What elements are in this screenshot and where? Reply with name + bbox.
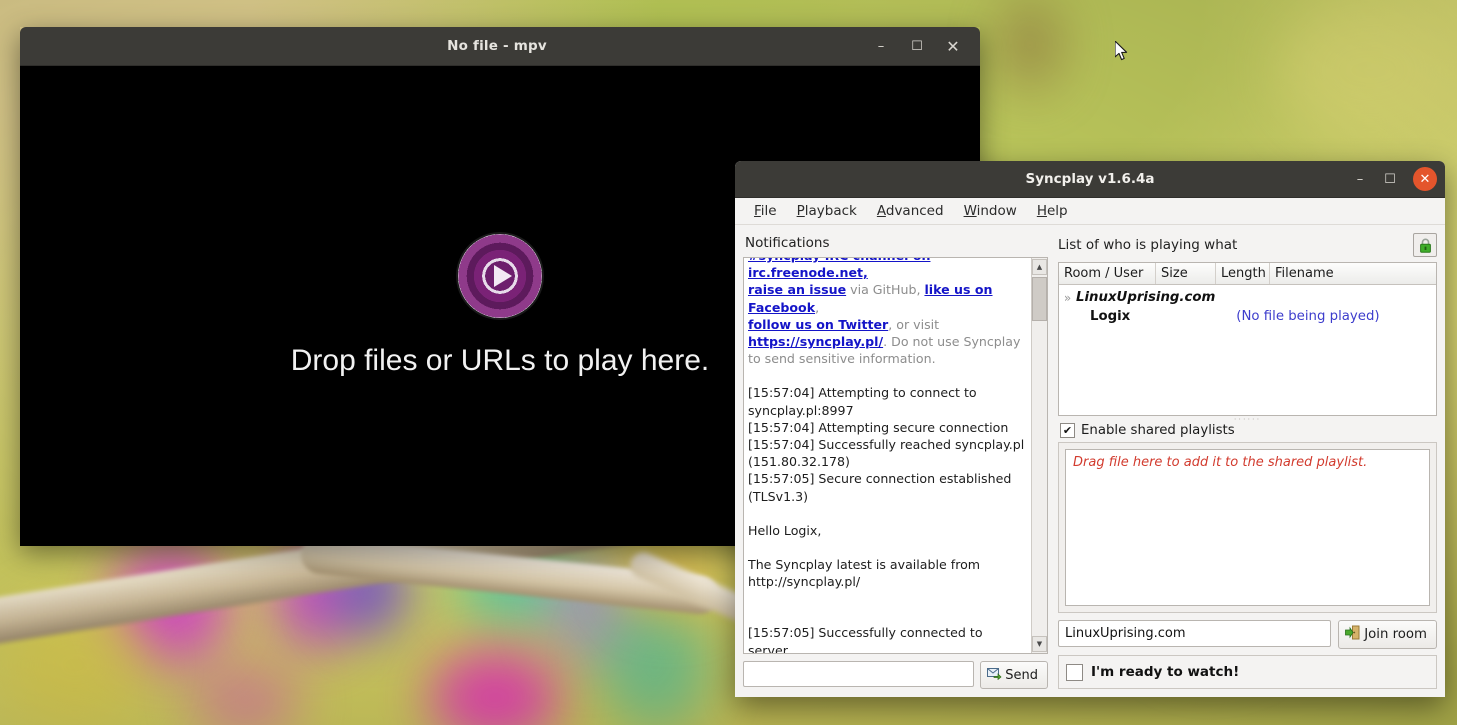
mpv-close-button[interactable]: ✕ (936, 31, 970, 61)
notif-spacer (748, 505, 1025, 522)
notif-log-line: [15:57:05] Secure connection established… (748, 471, 1012, 504)
mouse-cursor (1115, 41, 1128, 61)
syncplay-body: Notifications #syncplay IRC channel on i… (735, 225, 1445, 697)
menu-mnemonic: W (963, 203, 977, 219)
syncplay-menubar[interactable]: File Playback Advanced Window Help (735, 198, 1445, 225)
comma-text: , (815, 299, 820, 315)
notif-spacer (748, 607, 1025, 624)
mpv-minimize-button[interactable]: – (864, 31, 898, 61)
room-row: Join room (1058, 620, 1437, 649)
playlist-drag-hint: Drag file here to add it to the shared p… (1073, 455, 1368, 470)
room-name-label: LinuxUprising.com (1076, 290, 1216, 305)
triangle-up-icon[interactable]: ▲ (1032, 259, 1047, 275)
notif-greeting: Hello Logix, (748, 522, 822, 538)
send-button[interactable]: Send (980, 661, 1048, 689)
column-header-room-user[interactable]: Room / User (1059, 263, 1156, 284)
shared-playlist-dropzone[interactable]: Drag file here to add it to the shared p… (1065, 449, 1430, 606)
chat-input[interactable] (743, 661, 975, 687)
mpv-drop-hint-text: Drop files or URLs to play here. (290, 344, 710, 377)
user-list-rows: » LinuxUprising.com Logix (No file being… (1059, 285, 1436, 415)
menu-mnemonic: A (876, 203, 886, 219)
notif-log-line: [15:57:04] Attempting to connect to sync… (748, 385, 977, 418)
column-header-filename[interactable]: Filename (1270, 263, 1436, 284)
syncplay-titlebar[interactable]: Syncplay v1.6.4a – ☐ ✕ (735, 161, 1445, 198)
menu-item-playback[interactable]: Playback (788, 200, 866, 222)
notifications-label: Notifications (745, 235, 830, 251)
irc-channel-link[interactable]: #syncplay IRC channel on irc.freenode.ne… (748, 258, 930, 280)
user-list-title: List of who is playing what (1058, 237, 1238, 253)
envelope-send-icon (987, 667, 1002, 684)
scrollbar-thumb[interactable] (1032, 277, 1047, 321)
menu-mnemonic: P (796, 203, 805, 219)
menu-label: layback (804, 203, 857, 219)
syncplay-url-link[interactable]: https://syncplay.pl/ (748, 334, 883, 349)
enable-shared-playlists-row[interactable]: ✔ Enable shared playlists (1060, 423, 1437, 438)
notif-links-line-2: follow us on Twitter, or visit https://s… (748, 316, 1025, 368)
notif-log-line: [15:57:04] Attempting secure connection (748, 419, 1009, 435)
column-header-length[interactable]: Length (1216, 263, 1270, 284)
raise-issue-link[interactable]: raise an issue (748, 282, 846, 297)
green-padlock-icon[interactable] (1413, 233, 1437, 257)
play-triangle-icon (494, 265, 512, 287)
mpv-maximize-button[interactable]: ☐ (900, 31, 934, 61)
user-name-label: Logix (1090, 309, 1131, 324)
notif-spacer (748, 539, 1025, 556)
notif-links-line-1: raise an issue via GitHub, like us on Fa… (748, 281, 1025, 315)
menu-item-file[interactable]: File (745, 200, 786, 222)
notif-log-line: [15:57:04] Successfully reached syncplay… (748, 437, 1025, 470)
or-visit-text: , or visit (888, 316, 940, 332)
menu-label: ile (760, 203, 777, 219)
menu-item-advanced[interactable]: Advanced (868, 200, 953, 222)
mpv-titlebar[interactable]: No file - mpv – ☐ ✕ (20, 27, 980, 66)
column-header-size[interactable]: Size (1156, 263, 1216, 284)
notif-final-log: [15:57:05] Successfully connected to ser… (748, 625, 983, 653)
ready-to-watch-row[interactable]: I'm ready to watch! (1058, 655, 1437, 689)
user-file-status: (No file being played) (1236, 309, 1380, 324)
send-button-label: Send (1005, 667, 1038, 683)
room-input[interactable] (1058, 620, 1332, 647)
user-list-header-row: List of who is playing what (1058, 233, 1437, 257)
notif-spacer (748, 590, 1025, 607)
enable-shared-playlists-checkbox[interactable]: ✔ (1060, 423, 1075, 438)
table-row[interactable]: Logix (No file being played) (1059, 307, 1436, 326)
syncplay-window[interactable]: Syncplay v1.6.4a – ☐ ✕ File Playback Adv… (735, 161, 1445, 697)
syncplay-close-button[interactable]: ✕ (1413, 167, 1437, 191)
shared-playlist-container: Drag file here to add it to the shared p… (1058, 442, 1437, 613)
table-row[interactable]: » LinuxUprising.com (1059, 288, 1436, 307)
notifications-pane: Notifications #syncplay IRC channel on i… (735, 225, 1052, 697)
mpv-play-logo-icon (458, 234, 542, 318)
menu-label: dvanced (885, 203, 944, 219)
door-enter-icon (1345, 625, 1360, 644)
menu-label: indow (976, 203, 1017, 219)
enable-shared-playlists-label: Enable shared playlists (1081, 423, 1235, 438)
notifications-text-area[interactable]: #syncplay IRC channel on irc.freenode.ne… (744, 258, 1031, 653)
syncplay-maximize-button[interactable]: ☐ (1375, 166, 1405, 192)
chevron-double-right-icon: » (1063, 290, 1072, 305)
menu-mnemonic: F (754, 203, 761, 219)
notif-spacer (748, 367, 1025, 384)
triangle-down-icon[interactable]: ▼ (1032, 636, 1047, 652)
user-list-pane: List of who is playing what Room / User … (1052, 225, 1445, 697)
menu-label: elp (1046, 203, 1068, 219)
notifications-scrollbar[interactable]: ▲ ▼ (1031, 258, 1047, 653)
syncplay-minimize-button[interactable]: – (1345, 166, 1375, 192)
notif-irc-line: #syncplay IRC channel on irc.freenode.ne… (748, 258, 1025, 281)
mpv-window-title: No file - mpv (447, 38, 547, 54)
via-github-text: via GitHub, (846, 282, 925, 298)
ready-to-watch-checkbox[interactable] (1066, 663, 1083, 681)
ready-to-watch-label: I'm ready to watch! (1091, 664, 1240, 680)
twitter-link[interactable]: follow us on Twitter (748, 317, 888, 332)
splitter-handle[interactable]: ······ (1058, 415, 1437, 424)
syncplay-window-title: Syncplay v1.6.4a (1025, 171, 1155, 187)
menu-mnemonic: H (1036, 203, 1047, 219)
menu-item-window[interactable]: Window (955, 200, 1026, 222)
notifications-box[interactable]: #syncplay IRC channel on irc.freenode.ne… (743, 257, 1048, 654)
join-room-label: Join room (1364, 627, 1427, 642)
user-list-box[interactable]: Room / User Size Length Filename » Linux… (1058, 262, 1437, 416)
join-room-button[interactable]: Join room (1338, 620, 1437, 649)
menu-item-help[interactable]: Help (1028, 200, 1077, 222)
notif-update-notice: The Syncplay latest is available from ht… (748, 557, 981, 590)
user-list-column-headers[interactable]: Room / User Size Length Filename (1059, 263, 1436, 285)
chat-row: Send (743, 661, 1048, 689)
